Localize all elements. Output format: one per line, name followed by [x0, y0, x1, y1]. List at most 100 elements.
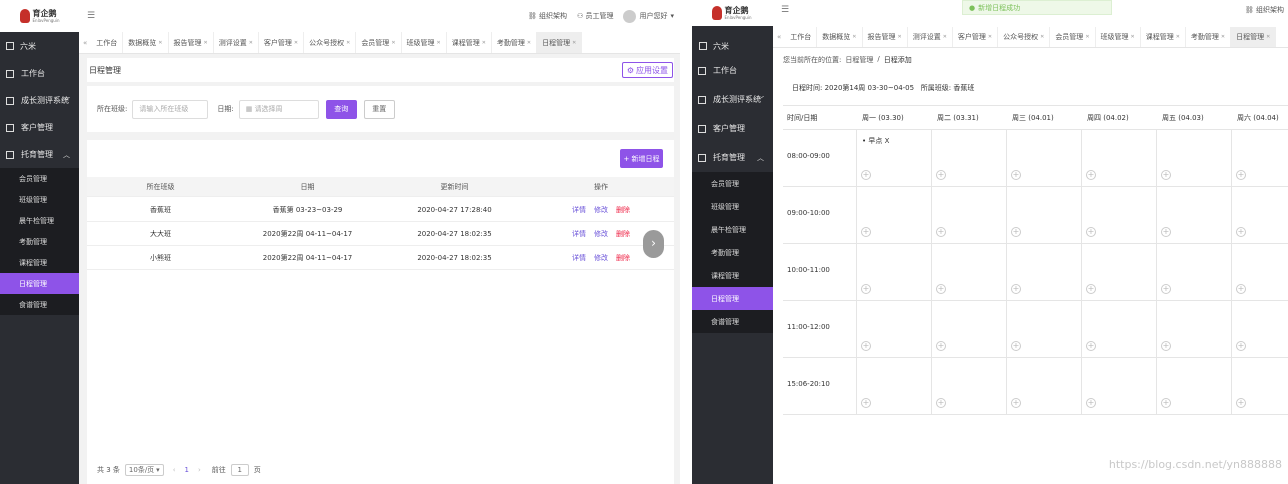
- submenu-item-recipes[interactable]: 食谱管理: [0, 294, 79, 315]
- prev-page-icon[interactable]: ‹: [173, 466, 176, 474]
- submenu-item-health-check[interactable]: 晨午检管理: [0, 210, 79, 231]
- add-icon[interactable]: +: [861, 227, 871, 237]
- org-link[interactable]: ⛓ 组织架构: [528, 11, 567, 21]
- close-icon[interactable]: ✕: [482, 40, 486, 46]
- add-icon[interactable]: +: [1011, 341, 1021, 351]
- event-chip[interactable]: • 早点 X: [862, 136, 889, 146]
- tab-schedule[interactable]: 日程管理 ✕: [1231, 27, 1277, 47]
- slot-cell[interactable]: +: [1081, 130, 1156, 186]
- edit-link[interactable]: 修改: [594, 254, 608, 262]
- add-icon[interactable]: +: [1236, 284, 1246, 294]
- submenu-item-members[interactable]: 会员管理: [692, 172, 773, 195]
- close-icon[interactable]: ✕: [1040, 34, 1044, 40]
- slot-cell[interactable]: +: [1156, 244, 1231, 300]
- slot-cell[interactable]: +: [1081, 301, 1156, 357]
- logo[interactable]: 育企鹅 EnlavPenguin: [692, 0, 771, 26]
- submenu-item-classes[interactable]: 班级管理: [0, 189, 79, 210]
- query-button[interactable]: 查询: [325, 99, 357, 119]
- menu-toggle-icon[interactable]: ☰: [781, 5, 789, 15]
- slot-cell[interactable]: +: [1081, 187, 1156, 243]
- close-icon[interactable]: ✕: [1176, 34, 1180, 40]
- submenu-item-courses[interactable]: 课程管理: [692, 264, 773, 287]
- user-menu[interactable]: 用户您好 ▾: [623, 9, 674, 23]
- carousel-next-button[interactable]: ›: [643, 230, 664, 258]
- slot-cell[interactable]: +: [856, 301, 931, 357]
- add-icon[interactable]: +: [861, 341, 871, 351]
- submenu-item-courses[interactable]: 课程管理: [0, 252, 79, 273]
- close-icon[interactable]: ✕: [572, 40, 576, 46]
- slot-cell[interactable]: +: [856, 187, 931, 243]
- slot-cell[interactable]: +: [931, 301, 1006, 357]
- logo[interactable]: 育企鹅 EnlavPenguin: [0, 0, 79, 32]
- slot-cell[interactable]: +: [1231, 187, 1288, 243]
- close-icon[interactable]: X: [885, 137, 890, 145]
- add-icon[interactable]: +: [861, 170, 871, 180]
- tab-schedule[interactable]: 日程管理 ✕: [537, 32, 583, 53]
- tab-item[interactable]: 测评设置 ✕: [908, 27, 953, 47]
- detail-link[interactable]: 详情: [572, 254, 586, 262]
- submenu-item-classes[interactable]: 班级管理: [692, 195, 773, 218]
- add-icon[interactable]: +: [936, 227, 946, 237]
- tab-item[interactable]: 客户管理 ✕: [259, 32, 305, 53]
- slot-cell[interactable]: +: [1231, 358, 1288, 414]
- breadcrumb-parent[interactable]: 日程管理: [845, 55, 873, 65]
- slot-cell[interactable]: +: [1006, 244, 1081, 300]
- slot-cell[interactable]: +: [931, 244, 1006, 300]
- slot-cell[interactable]: +: [1231, 130, 1288, 186]
- delete-link[interactable]: 删除: [616, 206, 630, 214]
- goto-input[interactable]: 1: [230, 464, 249, 476]
- tab-item[interactable]: 工作台: [785, 27, 818, 47]
- add-icon[interactable]: +: [1161, 398, 1171, 408]
- close-icon[interactable]: ✕: [249, 40, 253, 46]
- close-icon[interactable]: ✕: [988, 34, 992, 40]
- close-icon[interactable]: ✕: [204, 40, 208, 46]
- close-icon[interactable]: ✕: [1131, 34, 1135, 40]
- close-icon[interactable]: ✕: [527, 40, 531, 46]
- week-picker[interactable]: ▦ 请选择周: [238, 99, 319, 119]
- add-icon[interactable]: +: [936, 170, 946, 180]
- tab-item[interactable]: 测评设置 ✕: [214, 32, 259, 53]
- close-icon[interactable]: ✕: [852, 34, 856, 40]
- add-icon[interactable]: +: [861, 398, 871, 408]
- slot-cell[interactable]: +: [1156, 130, 1231, 186]
- slot-cell[interactable]: +: [1231, 244, 1288, 300]
- app-settings-button[interactable]: ⚙ 应用设置: [621, 62, 673, 78]
- add-icon[interactable]: +: [1086, 284, 1096, 294]
- slot-cell[interactable]: +: [856, 358, 931, 414]
- close-icon[interactable]: ✕: [1266, 34, 1270, 40]
- close-icon[interactable]: ✕: [898, 34, 902, 40]
- close-icon[interactable]: ✕: [1221, 34, 1225, 40]
- slot-cell[interactable]: +: [1156, 301, 1231, 357]
- delete-link[interactable]: 删除: [616, 254, 630, 262]
- add-icon[interactable]: +: [1011, 284, 1021, 294]
- tab-item[interactable]: 数据概览 ✕: [123, 32, 169, 53]
- close-icon[interactable]: ✕: [158, 40, 162, 46]
- sidebar-item-workbench[interactable]: 工作台: [0, 60, 79, 87]
- add-icon[interactable]: +: [1086, 227, 1096, 237]
- sidebar-item-childcare[interactable]: 托育管理 ︿: [0, 141, 79, 168]
- detail-link[interactable]: 详情: [572, 206, 586, 214]
- next-page-icon[interactable]: ›: [198, 466, 201, 474]
- reset-button[interactable]: 重置: [363, 99, 395, 119]
- slot-cell[interactable]: +: [931, 187, 1006, 243]
- slot-cell[interactable]: +: [1081, 244, 1156, 300]
- submenu-item-recipes[interactable]: 食谱管理: [692, 310, 773, 333]
- add-icon[interactable]: +: [1161, 284, 1171, 294]
- tab-item[interactable]: 会员管理 ✕: [1050, 27, 1096, 47]
- sidebar-item-growth[interactable]: 成长测评系统 ﹀: [0, 87, 79, 114]
- add-icon[interactable]: +: [1086, 170, 1096, 180]
- edit-link[interactable]: 修改: [594, 206, 608, 214]
- add-icon[interactable]: +: [936, 284, 946, 294]
- add-icon[interactable]: +: [1236, 227, 1246, 237]
- tabs-scroll-left-icon[interactable]: «: [79, 39, 91, 47]
- submenu-item-attendance[interactable]: 考勤管理: [692, 241, 773, 264]
- menu-toggle-icon[interactable]: ☰: [87, 11, 95, 21]
- slot-cell[interactable]: +: [1006, 301, 1081, 357]
- add-icon[interactable]: +: [1161, 170, 1171, 180]
- add-icon[interactable]: +: [1161, 227, 1171, 237]
- slot-cell[interactable]: +: [1006, 358, 1081, 414]
- tab-item[interactable]: 班级管理 ✕: [1096, 27, 1141, 47]
- add-icon[interactable]: +: [1161, 341, 1171, 351]
- tab-item[interactable]: 考勤管理 ✕: [1186, 27, 1232, 47]
- tab-item[interactable]: 客户管理 ✕: [953, 27, 999, 47]
